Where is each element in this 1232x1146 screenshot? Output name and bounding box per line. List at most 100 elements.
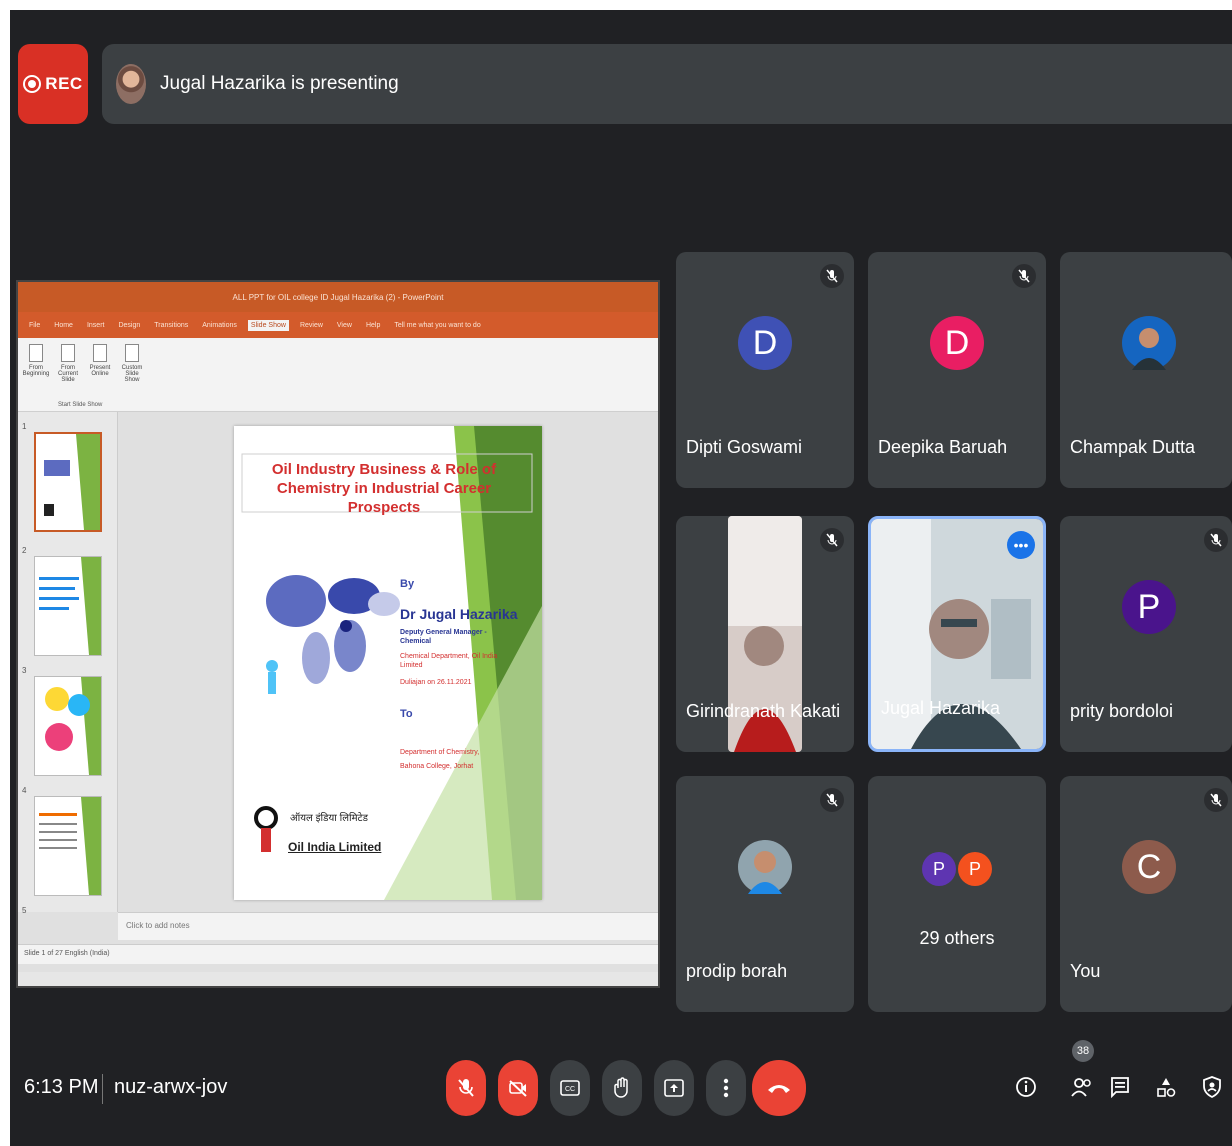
custom-slide-show-button[interactable]: Custom Slide Show (120, 344, 144, 388)
activities-icon (1157, 1078, 1176, 1097)
avatar: C (1122, 840, 1176, 894)
ppt-tab-transitions[interactable]: Transitions (151, 320, 191, 331)
ppt-tab-design[interactable]: Design (115, 320, 143, 331)
participant-tile-jugal-hazarika[interactable]: ••• Jugal Hazarika (868, 516, 1046, 752)
participant-tile-prodip-borah[interactable]: prodip borah (676, 776, 854, 1012)
presenter-avatar (116, 64, 146, 104)
slide-thumb-4[interactable] (34, 796, 102, 896)
slide-thumb-3[interactable] (34, 676, 102, 776)
notes-placeholder: Click to add notes (126, 921, 190, 930)
others-count: 29 others (919, 928, 995, 948)
end-call-button[interactable] (752, 1060, 806, 1116)
presenter-text: Jugal Hazarika is presenting (160, 73, 399, 94)
present-now-icon (664, 1079, 684, 1097)
slide-thumb-1[interactable] (34, 432, 102, 532)
raise-hand-icon (614, 1077, 628, 1098)
host-controls-icon (1203, 1076, 1221, 1098)
thumb-1-preview (44, 434, 100, 530)
people-icon (1071, 1078, 1091, 1097)
more-options-icon[interactable]: ••• (1007, 531, 1035, 559)
people-count-badge: 38 (1072, 1040, 1094, 1062)
current-slide: Oil Industry Business & Role of Chemistr… (234, 426, 542, 900)
svg-text:CC: CC (565, 1086, 575, 1093)
ppt-tab-home[interactable]: Home (51, 320, 76, 331)
profile-photo (738, 840, 792, 894)
slide-thumbnails: 1 2 3 4 5 (18, 412, 118, 915)
info-icon (1016, 1077, 1036, 1097)
slide-thumb-2[interactable] (34, 556, 102, 656)
recording-indicator[interactable]: REC (18, 44, 88, 124)
present-online-button[interactable]: Present Online (88, 344, 112, 388)
participant-tile-champak-dutta[interactable]: Champak Dutta (1060, 252, 1232, 488)
record-dot-icon (23, 75, 42, 93)
meet-window: REC Jugal Hazarika is presenting ALL PPT… (10, 10, 1232, 1146)
ppt-tab-insert[interactable]: Insert (84, 320, 108, 331)
mic-off-icon (820, 788, 844, 812)
from-current-slide-button[interactable]: From Current Slide (56, 344, 80, 388)
others-avatar-2: P (958, 852, 992, 886)
thumb-number: 2 (22, 546, 27, 555)
microphone-button[interactable] (446, 1060, 486, 1116)
world-map-graphic (266, 575, 400, 694)
participant-name: prity bordoloi (1070, 701, 1174, 721)
ppt-tab-animations[interactable]: Animations (199, 320, 240, 331)
camera-button[interactable] (498, 1060, 538, 1116)
from-beginning-button[interactable]: From Beginning (23, 344, 49, 388)
status-text: Slide 1 of 27 English (India) (24, 950, 110, 957)
slide-designation: Deputy General Manager - Chemical (400, 629, 487, 645)
ppt-tab-file[interactable]: File (26, 320, 43, 331)
meeting-details-button[interactable] (1012, 1072, 1040, 1102)
ppt-tell-me[interactable]: Tell me what you want to do (391, 320, 483, 331)
participant-name: Dipti Goswami (686, 437, 803, 457)
participant-name: Girindranath Kakati (686, 701, 841, 721)
ppt-ribbon-tabs: File Home Insert Design Transitions Anim… (18, 312, 658, 338)
shared-screen[interactable]: ALL PPT for OIL college ID Jugal Hazarik… (16, 280, 660, 988)
avatar: D (930, 316, 984, 370)
ppt-tab-view[interactable]: View (334, 320, 355, 331)
slide-speaker: Dr Jugal Hazarika (400, 606, 518, 622)
more-options-icon (723, 1078, 729, 1098)
slide-department: Chemical Department, Oil India Limited (400, 653, 498, 669)
chat-icon (1111, 1077, 1129, 1098)
mic-off-icon (458, 1079, 474, 1097)
mic-off-icon (820, 264, 844, 288)
participant-name: prodip borah (686, 961, 788, 981)
avatar: D (738, 316, 792, 370)
others-tile[interactable]: P P 29 others (868, 776, 1046, 1012)
thumb-2-preview (39, 557, 101, 655)
chat-button[interactable] (1106, 1072, 1134, 1102)
participant-name: You (1070, 961, 1101, 981)
raise-hand-button[interactable] (602, 1060, 642, 1116)
participant-tile-prity-bordoloi[interactable]: P prity bordoloi (1060, 516, 1232, 752)
slide-venue: Department of Chemistry, Bahona College,… (400, 749, 480, 770)
recording-label: REC (45, 74, 83, 93)
participant-tile-dipti-goswami[interactable]: D Dipti Goswami (676, 252, 854, 488)
end-call-icon (768, 1085, 790, 1093)
ribbon-group-label: Start Slide Show (58, 402, 103, 408)
participant-tile-deepika-baruah[interactable]: D Deepika Baruah (868, 252, 1046, 488)
ppt-status-bar: Slide 1 of 27 English (India) (18, 944, 658, 964)
meeting-code: nuz-arwx-jov (114, 1076, 228, 1098)
mic-off-icon (820, 528, 844, 552)
thumb-number: 4 (22, 786, 27, 795)
ppt-window-title: ALL PPT for OIL college ID Jugal Hazarik… (232, 292, 444, 302)
slideshow-icon (29, 344, 43, 362)
ppt-tab-review[interactable]: Review (297, 320, 326, 331)
mic-off-icon (1204, 788, 1228, 812)
mic-off-icon (1204, 528, 1228, 552)
activities-button[interactable] (1152, 1072, 1180, 1102)
participant-tile-girindranath-kakati[interactable]: Girindranath Kakati (676, 516, 854, 752)
ppt-tab-slide-show[interactable]: Slide Show (247, 319, 289, 331)
participant-tile-you[interactable]: C You (1060, 776, 1232, 1012)
notes-pane[interactable]: Click to add notes (118, 912, 658, 940)
people-button[interactable] (1068, 1072, 1096, 1102)
ppt-tab-help[interactable]: Help (363, 320, 383, 331)
slide-by: By (400, 578, 415, 590)
present-now-button[interactable] (654, 1060, 694, 1116)
custom-show-icon (125, 344, 139, 362)
slide-to: To (400, 708, 413, 720)
more-options-button[interactable] (706, 1060, 746, 1116)
captions-button[interactable]: CC (550, 1060, 590, 1116)
host-controls-button[interactable] (1198, 1072, 1226, 1102)
present-online-icon (93, 344, 107, 362)
